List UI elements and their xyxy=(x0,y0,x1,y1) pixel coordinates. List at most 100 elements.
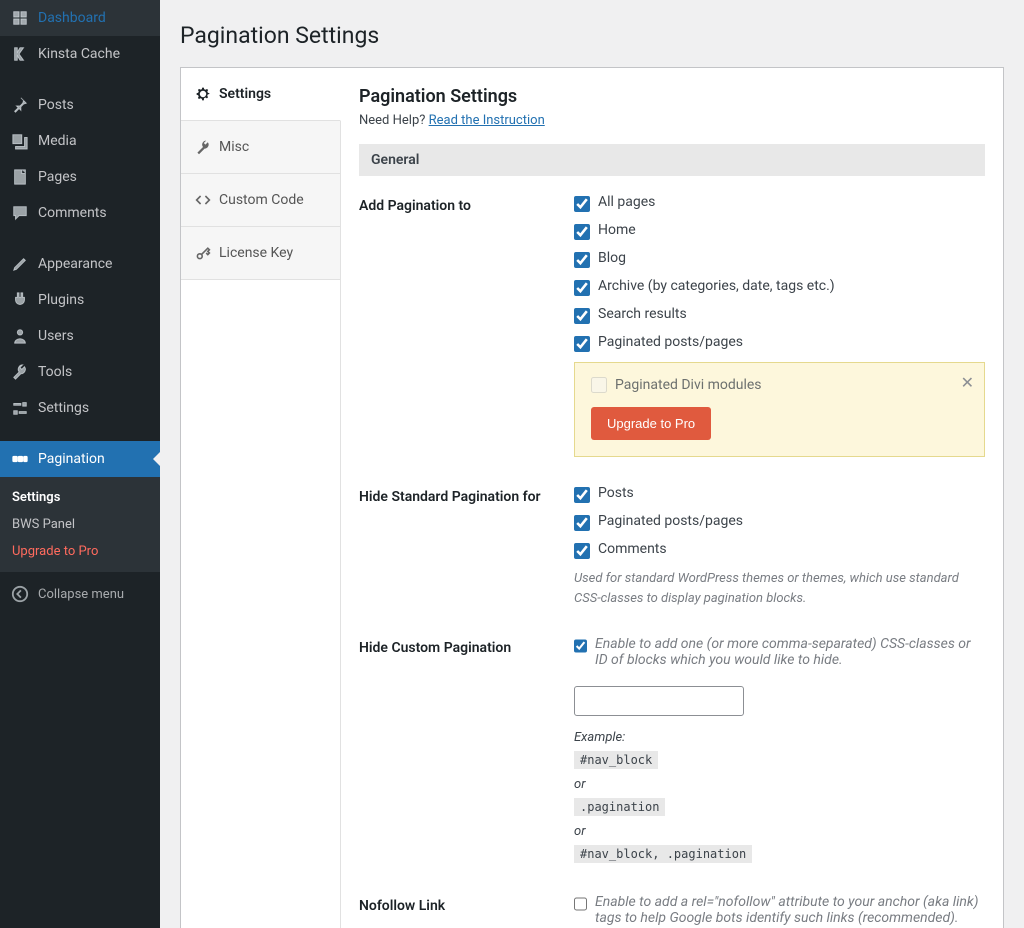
code-icon xyxy=(195,192,211,208)
example-label: Example: xyxy=(574,730,625,745)
row-hide-standard: Hide Standard Pagination for Posts Pagina… xyxy=(359,485,985,608)
checkbox-input[interactable] xyxy=(574,196,590,212)
menu-item-users[interactable]: Users xyxy=(0,318,160,354)
checkbox-input[interactable] xyxy=(574,336,590,352)
checkbox-input-nofollow[interactable] xyxy=(574,896,587,912)
label-hide-standard: Hide Standard Pagination for xyxy=(359,485,574,505)
checkbox-label: Home xyxy=(598,222,636,238)
menu-item-plugins[interactable]: Plugins xyxy=(0,282,160,318)
menu-item-tools[interactable]: Tools xyxy=(0,354,160,390)
help-text: Need Help? Read the Instruction xyxy=(359,113,985,128)
example-or-1: or xyxy=(574,777,585,792)
content-area: Pagination Settings Settings Misc Custom C… xyxy=(160,0,1024,928)
checkbox-input[interactable] xyxy=(574,280,590,296)
checkbox-add-pagination-4[interactable]: Search results xyxy=(574,306,985,324)
menu-item-label: Settings xyxy=(38,400,89,416)
menu-item-pages[interactable]: Pages xyxy=(0,159,160,195)
menu-item-label: Posts xyxy=(38,97,74,113)
tab-license-key[interactable]: License Key xyxy=(181,227,340,280)
checkbox-label: Search results xyxy=(598,306,687,322)
pagination-icon xyxy=(10,449,30,469)
checkbox-input[interactable] xyxy=(574,543,590,559)
menu-item-label: Tools xyxy=(38,364,72,380)
menu-item-label: Pagination xyxy=(38,451,105,467)
example-block: Example: #nav_block or .pagination or #n… xyxy=(574,726,985,866)
checkbox-pro-divi: Paginated Divi modules xyxy=(591,377,968,393)
checkbox-label-hide-custom: Enable to add one (or more comma-separat… xyxy=(595,636,971,668)
panel-title: Pagination Settings xyxy=(359,86,985,107)
checkbox-nofollow[interactable]: Enable to add a rel="nofollow" attribute… xyxy=(574,894,985,926)
tab-label: License Key xyxy=(219,245,293,261)
label-nofollow: Nofollow Link xyxy=(359,894,574,914)
collapse-menu-button[interactable]: Collapse menu xyxy=(0,576,160,612)
help-link[interactable]: Read the Instruction xyxy=(429,113,545,128)
checkbox-input[interactable] xyxy=(574,252,590,268)
collapse-menu-label: Collapse menu xyxy=(38,587,124,602)
checkbox-input[interactable] xyxy=(574,515,590,531)
comments-icon xyxy=(10,203,30,223)
pushpin-icon xyxy=(10,95,30,115)
checkbox-input[interactable] xyxy=(574,224,590,240)
submenu: SettingsBWS PanelUpgrade to Pro xyxy=(0,477,160,572)
field-nofollow: Enable to add a rel="nofollow" attribute… xyxy=(574,894,985,928)
checkbox-input-pro xyxy=(591,377,607,393)
menu-item-pagination[interactable]: Pagination xyxy=(0,441,160,477)
checkbox-label: Paginated posts/pages xyxy=(598,513,743,529)
checkbox-hide-standard-1[interactable]: Paginated posts/pages xyxy=(574,513,985,531)
checkbox-add-pagination-0[interactable]: All pages xyxy=(574,194,985,212)
menu-item-comments[interactable]: Comments xyxy=(0,195,160,231)
checkbox-hide-standard-2[interactable]: Comments xyxy=(574,541,985,559)
tab-settings[interactable]: Settings xyxy=(181,68,341,121)
input-css-classes[interactable] xyxy=(574,686,744,716)
sliders-icon xyxy=(10,398,30,418)
menu-item-media[interactable]: Media xyxy=(0,123,160,159)
tab-custom-code[interactable]: Custom Code xyxy=(181,174,340,227)
tab-label: Misc xyxy=(219,139,249,155)
appearance-icon xyxy=(10,254,30,274)
checkbox-label: Posts xyxy=(598,485,634,501)
checkbox-add-pagination-1[interactable]: Home xyxy=(574,222,985,240)
row-hide-custom: Hide Custom Pagination Enable to add one… xyxy=(359,636,985,866)
menu-item-dashboard[interactable]: Dashboard xyxy=(0,0,160,36)
checkbox-hide-standard-0[interactable]: Posts xyxy=(574,485,985,503)
checkbox-input[interactable] xyxy=(574,308,590,324)
pro-upgrade-box: ✕Paginated Divi modulesUpgrade to Pro xyxy=(574,362,985,457)
field-hide-standard: Posts Paginated posts/pages Comments Used f… xyxy=(574,485,985,608)
checkbox-label: Blog xyxy=(598,250,626,266)
upgrade-to-pro-button[interactable]: Upgrade to Pro xyxy=(591,407,711,440)
tools-icon xyxy=(10,362,30,382)
menu-item-label: Users xyxy=(38,328,74,344)
page-title: Pagination Settings xyxy=(180,22,1004,49)
help-prefix: Need Help? xyxy=(359,113,429,128)
page-icon xyxy=(10,167,30,187)
checkbox-add-pagination-3[interactable]: Archive (by categories, date, tags etc.) xyxy=(574,278,985,296)
desc-hide-standard: Used for standard WordPress themes or th… xyxy=(574,569,985,608)
label-add-pagination: Add Pagination to xyxy=(359,194,574,214)
checkbox-add-pagination-2[interactable]: Blog xyxy=(574,250,985,268)
settings-body: Pagination Settings Need Help? Read the … xyxy=(341,68,1003,928)
menu-item-posts[interactable]: Posts xyxy=(0,87,160,123)
menu-item-settings[interactable]: Settings xyxy=(0,390,160,426)
menu-item-label: Appearance xyxy=(38,256,112,272)
tab-label: Settings xyxy=(219,86,271,102)
menu-item-label: Comments xyxy=(38,205,107,221)
checkbox-input[interactable] xyxy=(574,487,590,503)
tab-misc[interactable]: Misc xyxy=(181,121,340,174)
checkbox-hide-custom[interactable]: Enable to add one (or more comma-separat… xyxy=(574,636,985,668)
checkbox-label-nofollow: Enable to add a rel="nofollow" attribute… xyxy=(595,894,979,926)
gear-icon xyxy=(195,86,211,102)
section-general-header: General xyxy=(359,144,985,176)
settings-panel: Settings Misc Custom Code License Key Pagin… xyxy=(180,67,1004,928)
submenu-item-upgrade-to-pro[interactable]: Upgrade to Pro xyxy=(0,538,160,565)
checkbox-add-pagination-5[interactable]: Paginated posts/pages xyxy=(574,334,985,352)
checkbox-input-hide-custom[interactable] xyxy=(574,638,587,654)
admin-sidebar: Dashboard Kinsta Cache Posts MediaPages Comm… xyxy=(0,0,160,928)
checkbox-label: Comments xyxy=(598,541,667,557)
menu-item-appearance[interactable]: Appearance xyxy=(0,246,160,282)
menu-item-label: Dashboard xyxy=(38,10,106,26)
plugins-icon xyxy=(10,290,30,310)
field-hide-custom: Enable to add one (or more comma-separat… xyxy=(574,636,985,866)
submenu-item-settings[interactable]: Settings xyxy=(0,484,160,511)
menu-item-kinsta-cache[interactable]: Kinsta Cache xyxy=(0,36,160,72)
submenu-item-bws-panel[interactable]: BWS Panel xyxy=(0,511,160,538)
